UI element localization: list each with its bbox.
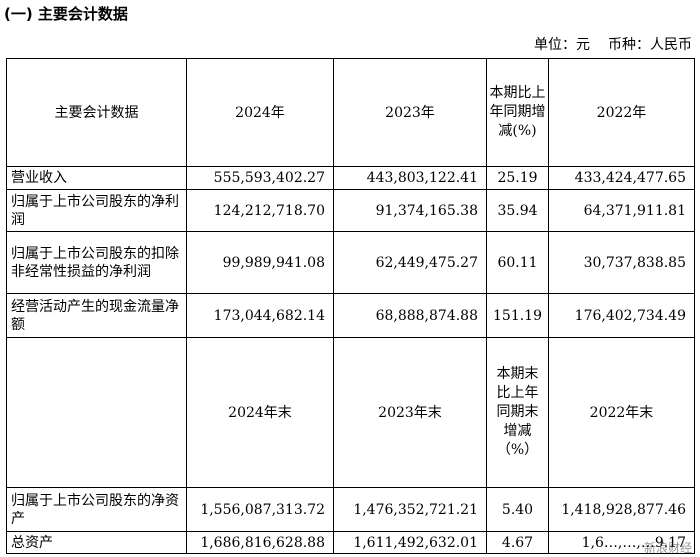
row-label: 归属于上市公司股东的净资产 — [6, 487, 187, 532]
value-2023: 1,476,352,721.21 — [333, 487, 487, 532]
value-change: 60.11 — [486, 231, 549, 294]
table-header-row: 主要会计数据 2024年 2023年 本期比上年同期增减(%) 2022年 — [6, 58, 695, 167]
value-2024: 1,686,816,628.88 — [186, 531, 334, 554]
value-2023: 1,611,492,632.01 — [333, 531, 487, 554]
row-label: 营业收入 — [6, 166, 187, 190]
row-label: 总资产 — [6, 531, 187, 554]
section-title: (一) 主要会计数据 — [4, 5, 128, 23]
header-change: 本期比上年同期增减(%) — [486, 58, 549, 167]
value-2024: 99,989,941.08 — [186, 231, 334, 294]
value-2024: 1,556,087,313.72 — [186, 487, 334, 532]
unit-line: 单位：元 币种：人民币 — [534, 36, 692, 54]
value-change: 4.67 — [486, 531, 549, 554]
table-row: 营业收入 555,593,402.27 443,803,122.41 25.19… — [6, 166, 695, 190]
value-2024: 124,212,718.70 — [186, 189, 334, 232]
value-2022: 30,737,838.85 — [548, 231, 695, 294]
value-2024: 555,593,402.27 — [186, 166, 334, 190]
value-2023: 91,374,165.38 — [333, 189, 487, 232]
value-change: 25.19 — [486, 166, 549, 190]
value-2023: 68,888,874.88 — [333, 293, 487, 338]
unit-label: 单位：元 — [534, 37, 590, 53]
table-row: 总资产 1,686,816,628.88 1,611,492,632.01 4.… — [6, 531, 695, 554]
value-2023: 62,449,475.27 — [333, 231, 487, 294]
value-2022: 1,418,928,877.46 — [548, 487, 695, 532]
value-2022: 433,424,477.65 — [548, 166, 695, 190]
header-change-end: 本期末比上年同期末增减（%） — [486, 337, 549, 488]
header-2023-end: 2023年末 — [333, 337, 487, 488]
header-2023: 2023年 — [333, 58, 487, 167]
row-label: 归属于上市公司股东的扣除非经常性损益的净利润 — [6, 231, 187, 294]
table-header-row: 2024年末 2023年末 本期末比上年同期末增减（%） 2022年末 — [6, 337, 695, 488]
table-row: 归属于上市公司股东的扣除非经常性损益的净利润 99,989,941.08 62,… — [6, 231, 695, 294]
header-item — [6, 337, 187, 488]
table-row: 归属于上市公司股东的净资产 1,556,087,313.72 1,476,352… — [6, 487, 695, 532]
table-row: 经营活动产生的现金流量净额 173,044,682.14 68,888,874.… — [6, 293, 695, 338]
value-2022: 64,371,911.81 — [548, 189, 695, 232]
row-label: 归属于上市公司股东的净利润 — [6, 189, 187, 232]
value-2024: 173,044,682.14 — [186, 293, 334, 338]
header-2022-end: 2022年末 — [548, 337, 695, 488]
key-accounting-data-table: 主要会计数据 2024年 2023年 本期比上年同期增减(%) 2022年 营业… — [6, 58, 695, 554]
value-change: 151.19 — [486, 293, 549, 338]
header-2024-end: 2024年末 — [186, 337, 334, 488]
value-change: 5.40 — [486, 487, 549, 532]
table-row: 归属于上市公司股东的净利润 124,212,718.70 91,374,165.… — [6, 189, 695, 232]
value-2023: 443,803,122.41 — [333, 166, 487, 190]
header-2022: 2022年 — [548, 58, 695, 167]
value-2022: 176,402,734.49 — [548, 293, 695, 338]
header-2024: 2024年 — [186, 58, 334, 167]
row-label: 经营活动产生的现金流量净额 — [6, 293, 187, 338]
currency-label: 币种：人民币 — [608, 37, 692, 53]
watermark: 新浪财经 — [643, 541, 692, 555]
value-change: 35.94 — [486, 189, 549, 232]
header-item: 主要会计数据 — [6, 58, 187, 167]
